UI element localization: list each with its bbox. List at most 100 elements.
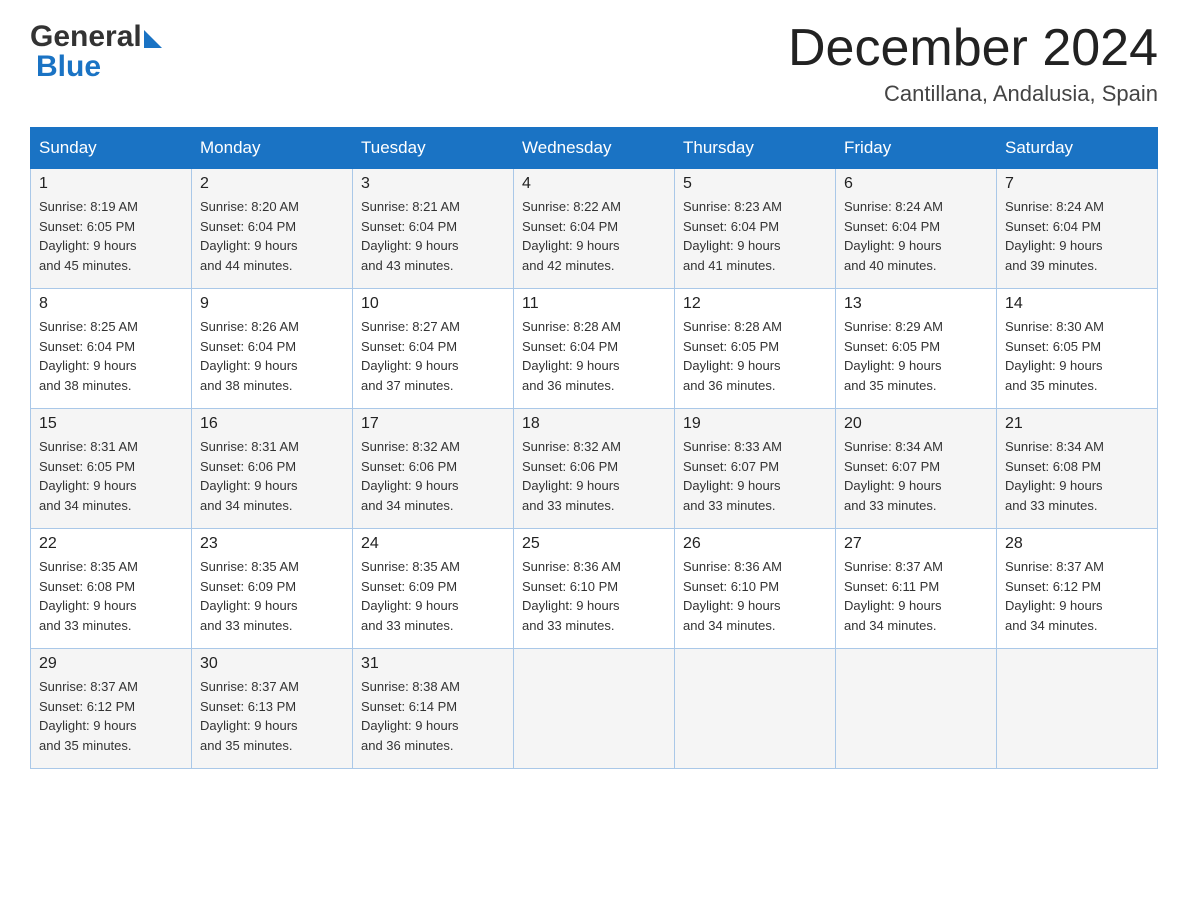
day-info: Sunrise: 8:34 AM Sunset: 6:07 PM Dayligh… bbox=[844, 437, 988, 515]
day-info: Sunrise: 8:37 AM Sunset: 6:11 PM Dayligh… bbox=[844, 557, 988, 635]
calendar-cell: 17 Sunrise: 8:32 AM Sunset: 6:06 PM Dayl… bbox=[353, 409, 514, 529]
day-info: Sunrise: 8:20 AM Sunset: 6:04 PM Dayligh… bbox=[200, 197, 344, 275]
day-number: 5 bbox=[683, 175, 827, 193]
calendar-week-row: 8 Sunrise: 8:25 AM Sunset: 6:04 PM Dayli… bbox=[31, 289, 1158, 409]
calendar-cell: 18 Sunrise: 8:32 AM Sunset: 6:06 PM Dayl… bbox=[514, 409, 675, 529]
col-header-friday: Friday bbox=[836, 128, 997, 169]
day-info: Sunrise: 8:38 AM Sunset: 6:14 PM Dayligh… bbox=[361, 677, 505, 755]
day-number: 2 bbox=[200, 175, 344, 193]
day-number: 13 bbox=[844, 295, 988, 313]
col-header-sunday: Sunday bbox=[31, 128, 192, 169]
day-number: 31 bbox=[361, 655, 505, 673]
calendar-week-row: 29 Sunrise: 8:37 AM Sunset: 6:12 PM Dayl… bbox=[31, 649, 1158, 769]
day-number: 12 bbox=[683, 295, 827, 313]
calendar-cell: 12 Sunrise: 8:28 AM Sunset: 6:05 PM Dayl… bbox=[675, 289, 836, 409]
page-header: General Blue December 2024 Cantillana, A… bbox=[30, 20, 1158, 107]
col-header-thursday: Thursday bbox=[675, 128, 836, 169]
day-info: Sunrise: 8:34 AM Sunset: 6:08 PM Dayligh… bbox=[1005, 437, 1149, 515]
location-text: Cantillana, Andalusia, Spain bbox=[788, 81, 1158, 107]
logo-arrow-icon bbox=[144, 30, 162, 48]
day-info: Sunrise: 8:36 AM Sunset: 6:10 PM Dayligh… bbox=[683, 557, 827, 635]
day-info: Sunrise: 8:24 AM Sunset: 6:04 PM Dayligh… bbox=[844, 197, 988, 275]
day-info: Sunrise: 8:36 AM Sunset: 6:10 PM Dayligh… bbox=[522, 557, 666, 635]
calendar-cell: 25 Sunrise: 8:36 AM Sunset: 6:10 PM Dayl… bbox=[514, 529, 675, 649]
day-info: Sunrise: 8:31 AM Sunset: 6:06 PM Dayligh… bbox=[200, 437, 344, 515]
calendar-cell: 10 Sunrise: 8:27 AM Sunset: 6:04 PM Dayl… bbox=[353, 289, 514, 409]
day-number: 30 bbox=[200, 655, 344, 673]
day-number: 19 bbox=[683, 415, 827, 433]
day-number: 20 bbox=[844, 415, 988, 433]
day-info: Sunrise: 8:28 AM Sunset: 6:05 PM Dayligh… bbox=[683, 317, 827, 395]
calendar-cell: 6 Sunrise: 8:24 AM Sunset: 6:04 PM Dayli… bbox=[836, 169, 997, 289]
calendar-cell bbox=[514, 649, 675, 769]
day-info: Sunrise: 8:37 AM Sunset: 6:13 PM Dayligh… bbox=[200, 677, 344, 755]
day-number: 8 bbox=[39, 295, 183, 313]
day-info: Sunrise: 8:28 AM Sunset: 6:04 PM Dayligh… bbox=[522, 317, 666, 395]
logo-blue-text: Blue bbox=[36, 50, 101, 84]
calendar-cell: 23 Sunrise: 8:35 AM Sunset: 6:09 PM Dayl… bbox=[192, 529, 353, 649]
calendar-cell: 26 Sunrise: 8:36 AM Sunset: 6:10 PM Dayl… bbox=[675, 529, 836, 649]
day-number: 26 bbox=[683, 535, 827, 553]
day-number: 22 bbox=[39, 535, 183, 553]
col-header-wednesday: Wednesday bbox=[514, 128, 675, 169]
calendar-cell: 9 Sunrise: 8:26 AM Sunset: 6:04 PM Dayli… bbox=[192, 289, 353, 409]
calendar-cell bbox=[675, 649, 836, 769]
day-number: 14 bbox=[1005, 295, 1149, 313]
day-number: 27 bbox=[844, 535, 988, 553]
calendar-cell: 11 Sunrise: 8:28 AM Sunset: 6:04 PM Dayl… bbox=[514, 289, 675, 409]
day-info: Sunrise: 8:27 AM Sunset: 6:04 PM Dayligh… bbox=[361, 317, 505, 395]
day-info: Sunrise: 8:21 AM Sunset: 6:04 PM Dayligh… bbox=[361, 197, 505, 275]
calendar-cell: 5 Sunrise: 8:23 AM Sunset: 6:04 PM Dayli… bbox=[675, 169, 836, 289]
day-info: Sunrise: 8:35 AM Sunset: 6:09 PM Dayligh… bbox=[361, 557, 505, 635]
day-info: Sunrise: 8:31 AM Sunset: 6:05 PM Dayligh… bbox=[39, 437, 183, 515]
calendar-cell: 7 Sunrise: 8:24 AM Sunset: 6:04 PM Dayli… bbox=[997, 169, 1158, 289]
title-section: December 2024 Cantillana, Andalusia, Spa… bbox=[788, 20, 1158, 107]
day-info: Sunrise: 8:29 AM Sunset: 6:05 PM Dayligh… bbox=[844, 317, 988, 395]
day-number: 25 bbox=[522, 535, 666, 553]
calendar-cell bbox=[836, 649, 997, 769]
day-info: Sunrise: 8:25 AM Sunset: 6:04 PM Dayligh… bbox=[39, 317, 183, 395]
day-number: 16 bbox=[200, 415, 344, 433]
calendar-cell: 14 Sunrise: 8:30 AM Sunset: 6:05 PM Dayl… bbox=[997, 289, 1158, 409]
calendar-cell: 28 Sunrise: 8:37 AM Sunset: 6:12 PM Dayl… bbox=[997, 529, 1158, 649]
calendar-week-row: 1 Sunrise: 8:19 AM Sunset: 6:05 PM Dayli… bbox=[31, 169, 1158, 289]
day-number: 9 bbox=[200, 295, 344, 313]
day-info: Sunrise: 8:35 AM Sunset: 6:09 PM Dayligh… bbox=[200, 557, 344, 635]
month-title: December 2024 bbox=[788, 20, 1158, 77]
col-header-saturday: Saturday bbox=[997, 128, 1158, 169]
day-info: Sunrise: 8:19 AM Sunset: 6:05 PM Dayligh… bbox=[39, 197, 183, 275]
day-info: Sunrise: 8:33 AM Sunset: 6:07 PM Dayligh… bbox=[683, 437, 827, 515]
day-number: 23 bbox=[200, 535, 344, 553]
day-number: 18 bbox=[522, 415, 666, 433]
calendar-cell: 20 Sunrise: 8:34 AM Sunset: 6:07 PM Dayl… bbox=[836, 409, 997, 529]
calendar-cell: 22 Sunrise: 8:35 AM Sunset: 6:08 PM Dayl… bbox=[31, 529, 192, 649]
day-info: Sunrise: 8:22 AM Sunset: 6:04 PM Dayligh… bbox=[522, 197, 666, 275]
calendar-cell: 24 Sunrise: 8:35 AM Sunset: 6:09 PM Dayl… bbox=[353, 529, 514, 649]
calendar-cell: 4 Sunrise: 8:22 AM Sunset: 6:04 PM Dayli… bbox=[514, 169, 675, 289]
day-info: Sunrise: 8:24 AM Sunset: 6:04 PM Dayligh… bbox=[1005, 197, 1149, 275]
calendar-cell: 15 Sunrise: 8:31 AM Sunset: 6:05 PM Dayl… bbox=[31, 409, 192, 529]
calendar-cell: 19 Sunrise: 8:33 AM Sunset: 6:07 PM Dayl… bbox=[675, 409, 836, 529]
calendar-week-row: 15 Sunrise: 8:31 AM Sunset: 6:05 PM Dayl… bbox=[31, 409, 1158, 529]
calendar-table: SundayMondayTuesdayWednesdayThursdayFrid… bbox=[30, 127, 1158, 769]
calendar-cell: 29 Sunrise: 8:37 AM Sunset: 6:12 PM Dayl… bbox=[31, 649, 192, 769]
calendar-cell: 1 Sunrise: 8:19 AM Sunset: 6:05 PM Dayli… bbox=[31, 169, 192, 289]
logo-general-text: General bbox=[30, 20, 142, 54]
day-number: 6 bbox=[844, 175, 988, 193]
day-number: 7 bbox=[1005, 175, 1149, 193]
day-info: Sunrise: 8:30 AM Sunset: 6:05 PM Dayligh… bbox=[1005, 317, 1149, 395]
day-info: Sunrise: 8:35 AM Sunset: 6:08 PM Dayligh… bbox=[39, 557, 183, 635]
calendar-cell: 13 Sunrise: 8:29 AM Sunset: 6:05 PM Dayl… bbox=[836, 289, 997, 409]
day-info: Sunrise: 8:23 AM Sunset: 6:04 PM Dayligh… bbox=[683, 197, 827, 275]
calendar-cell: 16 Sunrise: 8:31 AM Sunset: 6:06 PM Dayl… bbox=[192, 409, 353, 529]
calendar-cell: 30 Sunrise: 8:37 AM Sunset: 6:13 PM Dayl… bbox=[192, 649, 353, 769]
day-number: 21 bbox=[1005, 415, 1149, 433]
day-number: 24 bbox=[361, 535, 505, 553]
day-number: 1 bbox=[39, 175, 183, 193]
calendar-header-row: SundayMondayTuesdayWednesdayThursdayFrid… bbox=[31, 128, 1158, 169]
day-number: 17 bbox=[361, 415, 505, 433]
day-number: 15 bbox=[39, 415, 183, 433]
calendar-cell bbox=[997, 649, 1158, 769]
day-info: Sunrise: 8:37 AM Sunset: 6:12 PM Dayligh… bbox=[1005, 557, 1149, 635]
day-number: 10 bbox=[361, 295, 505, 313]
